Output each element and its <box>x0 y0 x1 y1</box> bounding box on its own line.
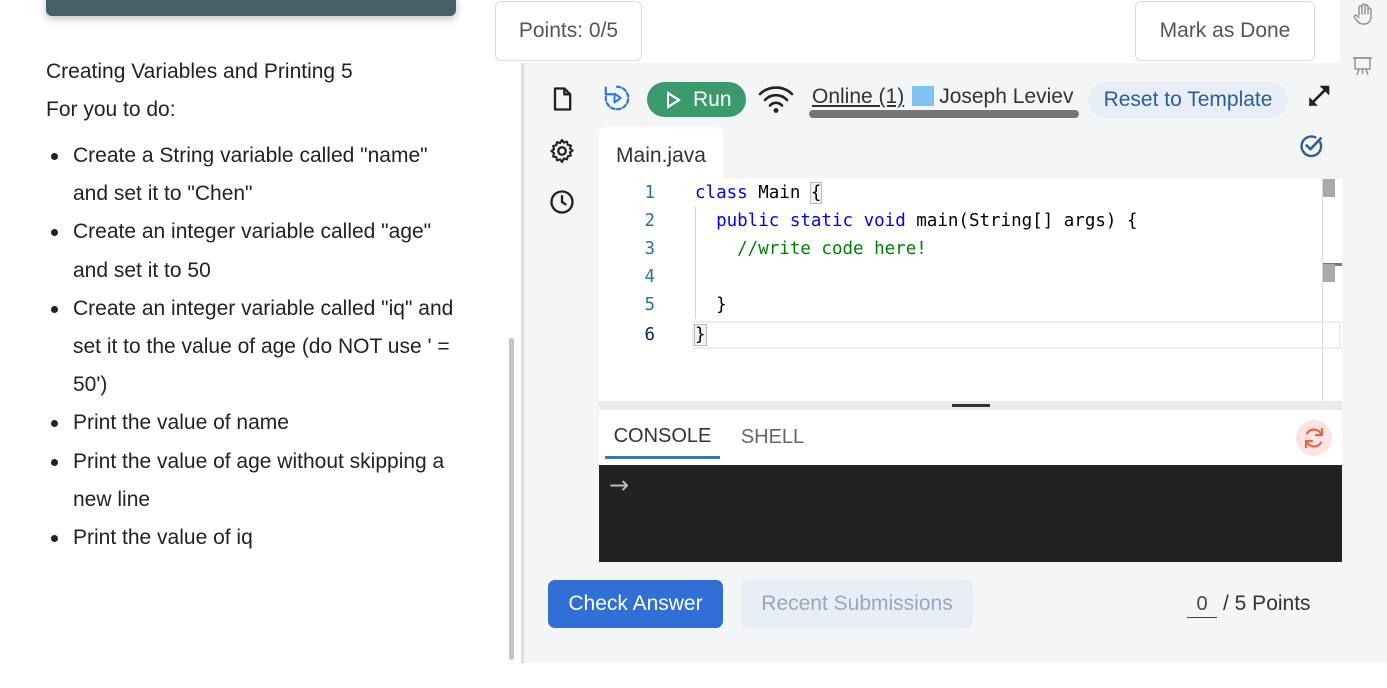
online-user-name: Joseph Leviev <box>939 85 1074 108</box>
reset-to-template-button[interactable]: Reset to Template <box>1088 82 1288 118</box>
task-item: Print the value of iq <box>46 519 466 557</box>
online-users[interactable]: Online (1) Joseph Leviev <box>812 85 1082 113</box>
line-number: 2 <box>644 211 655 231</box>
task-item: Print the value of name <box>46 404 466 442</box>
code-text[interactable]: } <box>695 291 727 319</box>
code-text[interactable]: public static void main(String[] args) { <box>695 207 1137 235</box>
lesson-subtitle: For you to do: <box>46 98 176 121</box>
editor-scrollbar-track <box>1322 179 1323 401</box>
instructions-scrollbar[interactable] <box>509 338 514 660</box>
task-item: Create a String variable called "name" a… <box>46 137 466 213</box>
editor-console-splitter[interactable] <box>599 401 1342 410</box>
task-list: Create a String variable called "name" a… <box>46 137 466 557</box>
wifi-icon <box>758 86 794 113</box>
code-line[interactable]: 4 <box>599 263 1342 291</box>
console-output[interactable]: → <box>599 465 1342 562</box>
online-count[interactable]: Online (1) <box>812 85 904 108</box>
editor-scrollbar-thumb[interactable] <box>1323 264 1335 282</box>
line-number: 1 <box>644 183 655 203</box>
presentation-icon[interactable] <box>1351 54 1375 78</box>
score-total: / 5 Points <box>1223 592 1311 615</box>
tab-shell[interactable]: SHELL <box>725 416 820 459</box>
score-input[interactable] <box>1187 592 1217 618</box>
code-line[interactable]: 1 class Main { <box>599 179 1342 207</box>
run-label: Run <box>693 87 732 111</box>
tab-console[interactable]: CONSOLE <box>605 416 720 459</box>
mark-as-done-button[interactable]: Mark as Done <box>1135 1 1315 61</box>
task-item: Print the value of age without skipping … <box>46 443 466 519</box>
code-line[interactable]: 2 public static void main(String[] args)… <box>599 207 1342 235</box>
check-answer-button[interactable]: Check Answer <box>548 580 723 628</box>
code-line[interactable]: 3 //write code here! <box>599 235 1342 263</box>
task-item: Create an integer variable called "age" … <box>46 213 466 289</box>
play-icon <box>667 90 681 109</box>
code-line[interactable]: 6 } <box>599 321 1342 349</box>
code-editor[interactable]: 1 class Main { 2 public static void main… <box>599 179 1342 401</box>
code-comment[interactable]: //write code here! <box>695 235 927 263</box>
line-number: 5 <box>644 295 655 315</box>
task-item: Create an integer variable called "iq" a… <box>46 290 466 405</box>
editor-scrollbar-thumb[interactable] <box>1323 179 1335 197</box>
refresh-console-button[interactable] <box>1296 420 1332 456</box>
submission-bar: Check Answer Recent Submissions / 5 Poin… <box>524 562 1343 663</box>
expand-icon[interactable] <box>1306 83 1332 109</box>
console-prompt-arrow: → <box>609 471 630 499</box>
online-users-scrollbar[interactable] <box>809 110 1079 118</box>
points-display: Points: 0/5 <box>495 1 642 61</box>
user-color-swatch <box>912 86 935 106</box>
settings-icon[interactable] <box>548 137 576 165</box>
lesson-title: Creating Variables and Printing 5 <box>46 60 353 83</box>
line-number: 6 <box>644 325 655 345</box>
hand-icon[interactable] <box>1351 2 1375 26</box>
check-circle-icon[interactable] <box>1298 133 1324 159</box>
file-icon[interactable] <box>548 85 576 113</box>
code-text[interactable]: } <box>694 321 707 349</box>
refresh-icon <box>1304 427 1324 449</box>
instructions-panel: Creating Variables and Printing 5 For yo… <box>0 0 520 688</box>
right-rail <box>1340 0 1387 663</box>
top-banner <box>46 0 456 16</box>
splitter-handle[interactable] <box>952 404 990 407</box>
line-number: 3 <box>644 239 655 259</box>
file-tab-main-java[interactable]: Main.java <box>599 127 723 179</box>
console-tabs: CONSOLE SHELL <box>599 410 1342 465</box>
history-run-icon[interactable] <box>602 83 632 113</box>
clock-icon[interactable] <box>548 188 576 216</box>
run-button[interactable]: Run <box>647 82 746 117</box>
recent-submissions-button[interactable]: Recent Submissions <box>741 580 973 628</box>
code-text[interactable]: class Main { <box>695 179 823 207</box>
code-line[interactable]: 5 } <box>599 291 1342 319</box>
line-number: 4 <box>644 267 655 287</box>
ide-panel: Run Online (1) Joseph Leviev Reset to Tem… <box>521 63 1343 663</box>
